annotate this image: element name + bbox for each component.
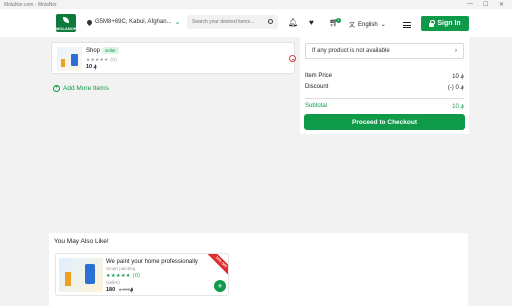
cart-count-badge: 1 <box>336 18 341 23</box>
subtotal-value: 10 ؋ <box>452 104 464 110</box>
item-price-value: 10 ؋ <box>452 74 464 80</box>
sign-in-label: Sign In <box>437 20 461 27</box>
recommended-product-price-block: 180 ؋200 ؋ <box>106 287 133 293</box>
translate-icon: 文 <box>349 23 356 29</box>
recommended-product-old-price: 200 ؋ <box>118 287 131 292</box>
maximize-icon[interactable]: ☐ <box>483 1 488 8</box>
product-thumbnail[interactable] <box>57 47 82 71</box>
recommendations-title: You May Also Like! <box>54 238 109 245</box>
logo-leaf-icon <box>63 17 69 23</box>
product-name[interactable]: Shop <box>86 48 100 54</box>
sign-in-button[interactable]: Sign In <box>421 16 469 31</box>
availability-notice-text: If any product is not available <box>312 48 390 54</box>
notification-bell-icon[interactable]: 🔔︎ <box>288 18 298 27</box>
item-price-label: Item Price <box>305 73 333 79</box>
site-logo[interactable]: MOLANOR <box>56 14 77 32</box>
chevron-down-icon: ⌄ <box>174 19 181 26</box>
chevron-right-icon: › <box>455 48 457 54</box>
seller-badge: seller <box>102 47 119 54</box>
top-header: MOLANOR G5M8+69C, Kabul, Afghan... ⌄ 🔔︎ … <box>0 9 512 37</box>
close-icon[interactable]: ✕ <box>499 1 504 8</box>
lock-icon <box>429 19 436 27</box>
menu-icon[interactable] <box>403 22 411 28</box>
discount-row: Discount (-) 0 ؋ <box>305 84 464 91</box>
recommended-product-card[interactable]: We paint your home professionally Smart … <box>55 253 229 296</box>
search-icon[interactable] <box>268 19 273 24</box>
plus-circle-icon: + <box>53 85 60 92</box>
product-price: 10 ؋ <box>86 64 97 70</box>
window-title: MolaNor.com - MolaNor <box>4 1 57 8</box>
location-pin-icon <box>85 18 94 26</box>
cart-item-card: Shop seller ★★★★★ (0) 10 ؋ 1 + <box>51 42 335 74</box>
recommendations-section: You May Also Like! We paint your home pr… <box>49 233 468 306</box>
decrease-quantity-button[interactable] <box>289 55 296 62</box>
proceed-to-checkout-button[interactable]: Proceed to Checkout <box>304 114 465 130</box>
window-titlebar: MolaNor.com - MolaNor — ☐ ✕ <box>0 0 512 9</box>
discount-label: Discount <box>305 84 329 90</box>
summary-divider <box>305 98 464 99</box>
availability-option-select[interactable]: If any product is not available › <box>305 43 464 59</box>
discount-ribbon: 10% OFF <box>207 254 228 277</box>
discount-value: (-) 0 ؋ <box>447 85 464 91</box>
item-price-row: Item Price 10 ؋ <box>305 73 464 80</box>
search-input[interactable] <box>187 15 278 29</box>
add-more-label: Add More Items <box>63 85 109 92</box>
subtotal-label: Subtotal <box>305 103 328 109</box>
location-text: G5M8+69C, Kabul, Afghan... <box>95 19 172 25</box>
add-more-items-button[interactable]: + Add More Items <box>53 85 109 92</box>
language-selector[interactable]: 文 English ⌄ <box>349 20 386 30</box>
product-rating: ★★★★★ (0) <box>86 57 118 62</box>
recommended-product-thumbnail[interactable] <box>59 258 103 292</box>
add-to-cart-button[interactable]: + <box>214 280 226 292</box>
language-label: English <box>358 21 378 28</box>
location-selector[interactable]: G5M8+69C, Kabul, Afghan... ⌄ <box>85 18 181 26</box>
chevron-down-icon: ⌄ <box>380 22 386 28</box>
logo-text: MOLANOR <box>56 26 77 31</box>
recommended-product-rating: ★★★★★ (0) <box>106 273 141 279</box>
subtotal-row: Subtotal 10 ؋ <box>305 103 464 110</box>
recommended-product-name[interactable]: We paint your home professionally <box>106 259 198 265</box>
recommended-product-subtitle: Smart painting <box>106 266 136 271</box>
wishlist-heart-icon[interactable]: ♥ <box>309 18 314 27</box>
recommended-product-seller: (seller) <box>106 280 120 285</box>
minimize-icon[interactable]: — <box>467 1 473 7</box>
order-summary-panel: If any product is not available › Item P… <box>300 37 469 134</box>
